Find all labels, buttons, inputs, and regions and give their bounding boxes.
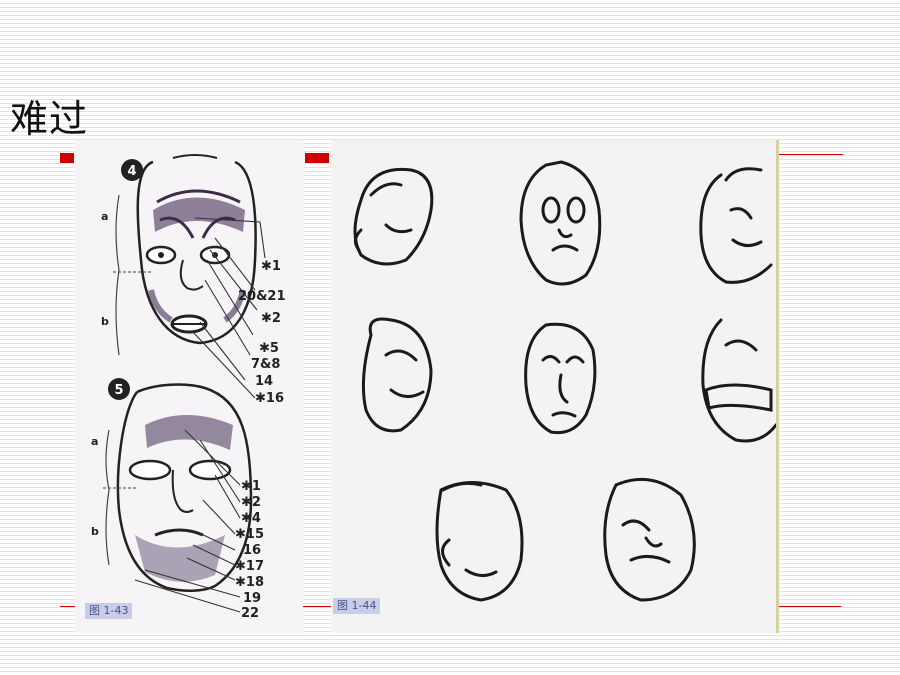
face-4-label: 7&8 [251,357,280,372]
face-4-section-b: b [101,315,109,328]
face-5-number: 5 [114,383,123,398]
anatomy-diagram: 4 a b ✱1 20&21 ✱2 ✱5 7&8 14 ✱16 5 a b ✱1… [91,154,286,621]
face-4-drawing: 4 a b ✱1 20&21 ✱2 ✱5 7&8 14 ✱16 [101,154,286,406]
face-4-label: ✱1 [261,259,281,274]
slide-title: 难过 [10,97,89,141]
sketch-face [361,317,433,433]
footer-accent-line-mid [303,606,331,607]
sketch-face [435,481,524,602]
figure-left-caption: 图 1-43 [85,603,133,619]
face-5-label: ✱18 [235,575,264,590]
face-4-number: 4 [127,164,136,179]
sketch-face [519,160,602,286]
face-4-label: 20&21 [238,289,286,304]
face-5-label: ✱15 [235,527,264,542]
figure-right-caption: 图 1-44 [333,598,381,614]
face-4-label: ✱16 [255,391,284,406]
sketch-face [524,322,597,435]
face-5-label: ✱1 [241,479,261,494]
face-5-label: 22 [241,606,259,621]
title-accent-line [779,154,843,155]
footer-accent-line-left [60,606,75,607]
face-5-label: ✱17 [235,559,264,574]
figure-right-sad-faces: 图 1-44 [331,140,778,633]
face-4-section-a: a [101,210,108,223]
face-5-label: ✱4 [241,511,261,526]
face-5-label: ✱2 [241,495,261,510]
figure-left-anatomy: 4 a b ✱1 20&21 ✱2 ✱5 7&8 14 ✱16 5 a b ✱1… [75,140,303,633]
face-5-drawing: 5 a b ✱1 ✱2 ✱4 ✱15 16 ✱17 ✱18 19 22 [91,378,264,621]
sad-faces-sketches [353,160,778,602]
title-accent-square-right [305,153,329,163]
face-5-label: 16 [243,543,261,558]
face-5-section-a: a [91,435,98,448]
face-5-section-b: b [91,525,99,538]
sketch-face [603,477,696,602]
face-4-label: ✱5 [259,341,279,356]
figure-right-edge [776,140,779,633]
face-4-label: 14 [255,374,273,389]
sketch-face [353,167,434,266]
sketch-face [699,167,773,284]
footer-accent-line-right [779,606,841,607]
sketch-face [701,318,778,443]
face-5-label: 19 [243,591,261,606]
face-4-label: ✱2 [261,311,281,326]
title-accent-square-left [60,153,74,163]
